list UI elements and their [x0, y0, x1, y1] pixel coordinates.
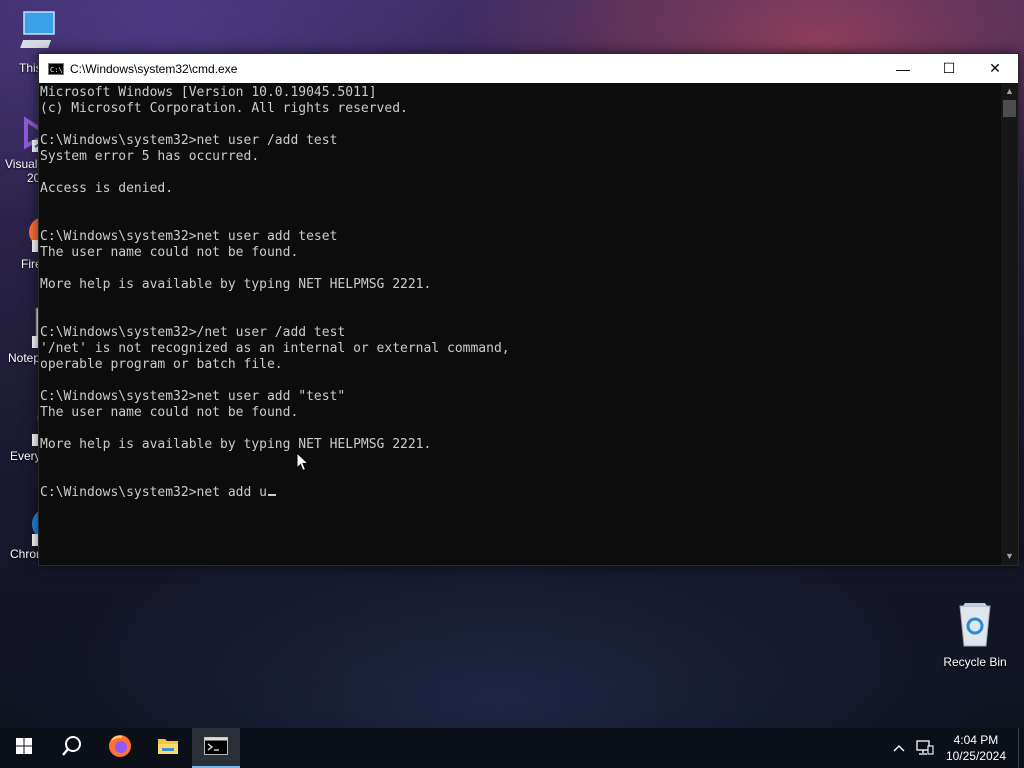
- close-button[interactable]: ✕: [972, 54, 1018, 83]
- console-output[interactable]: Microsoft Windows [Version 10.0.19045.50…: [39, 83, 1001, 565]
- network-icon[interactable]: [912, 728, 938, 768]
- start-button[interactable]: [0, 728, 48, 768]
- firefox-icon: [108, 734, 132, 763]
- search-button[interactable]: [48, 728, 96, 768]
- maximize-icon: ☐: [942, 60, 956, 76]
- computer-icon: [0, 10, 76, 57]
- search-icon: [61, 735, 83, 762]
- taskbar-firefox-button[interactable]: [96, 728, 144, 768]
- show-desktop-button[interactable]: [1018, 728, 1024, 768]
- show-hidden-icons-chevron-up-icon[interactable]: [886, 728, 912, 768]
- title-bar[interactable]: C:\ C:\Windows\system32\cmd.exe — ☐ ✕: [39, 54, 1018, 83]
- console-line: C:\Windows\system32>net user add "test": [40, 389, 346, 404]
- console-prompt: C:\Windows\system32>: [40, 485, 197, 500]
- console-line: C:\Windows\system32>net user add teset: [40, 229, 338, 244]
- console-line: Microsoft Windows [Version 10.0.19045.50…: [40, 85, 377, 100]
- console-line: System error 5 has occurred.: [40, 149, 260, 164]
- minimize-icon: —: [896, 60, 910, 77]
- console-line: The user name could not be found.: [40, 405, 299, 420]
- console-line: '/net' is not recognized as an internal …: [40, 341, 510, 356]
- taskbar: 4:04 PM 10/25/2024: [0, 728, 1024, 768]
- maximize-button[interactable]: ☐: [926, 54, 972, 83]
- console-line: More help is available by typing NET HEL…: [40, 277, 432, 292]
- file-explorer-icon: [157, 736, 179, 761]
- scroll-up-arrow-icon[interactable]: ▲: [1001, 83, 1018, 100]
- console-line: C:\Windows\system32>net user /add test: [40, 133, 338, 148]
- taskbar-cmd-button[interactable]: [192, 728, 240, 768]
- recycle-bin-icon: [937, 600, 1013, 651]
- console-current-input[interactable]: net add u: [197, 485, 267, 500]
- mouse-pointer-icon: [296, 451, 310, 477]
- windows-logo-icon: [16, 737, 32, 759]
- minimize-button[interactable]: —: [880, 54, 926, 83]
- clock-date: 10/25/2024: [945, 749, 1006, 763]
- console-line: C:\Windows\system32>/net user /add test: [40, 325, 346, 340]
- clock-time: 4:04 PM: [953, 733, 999, 747]
- scroll-thumb[interactable]: [1003, 100, 1016, 117]
- console-line: The user name could not be found.: [40, 245, 299, 260]
- console-line: Access is denied.: [40, 181, 174, 196]
- clock[interactable]: 4:04 PM 10/25/2024: [946, 732, 1006, 764]
- desktop-icon-label: Recycle Bin: [943, 655, 1007, 669]
- window-title: C:\Windows\system32\cmd.exe: [70, 61, 238, 76]
- text-cursor: [268, 494, 276, 496]
- console-line: (c) Microsoft Corporation. All rights re…: [40, 101, 408, 116]
- vertical-scrollbar[interactable]: ▲ ▼: [1001, 83, 1018, 565]
- console-line: operable program or batch file.: [40, 357, 283, 372]
- command-prompt-icon: C:\: [48, 62, 64, 75]
- console-line: More help is available by typing NET HEL…: [40, 437, 432, 452]
- scroll-down-arrow-icon[interactable]: ▼: [1001, 548, 1018, 565]
- command-prompt-icon: [204, 736, 228, 760]
- desktop-icon-recycle-bin[interactable]: Recycle Bin: [937, 600, 1013, 669]
- taskbar-file-explorer-button[interactable]: [144, 728, 192, 768]
- system-tray: 4:04 PM 10/25/2024: [886, 728, 1024, 768]
- console-input-line[interactable]: C:\Windows\system32>net add u: [40, 485, 1001, 501]
- cmd-window[interactable]: C:\ C:\Windows\system32\cmd.exe — ☐ ✕ Mi…: [38, 53, 1019, 566]
- close-icon: ✕: [989, 60, 1001, 76]
